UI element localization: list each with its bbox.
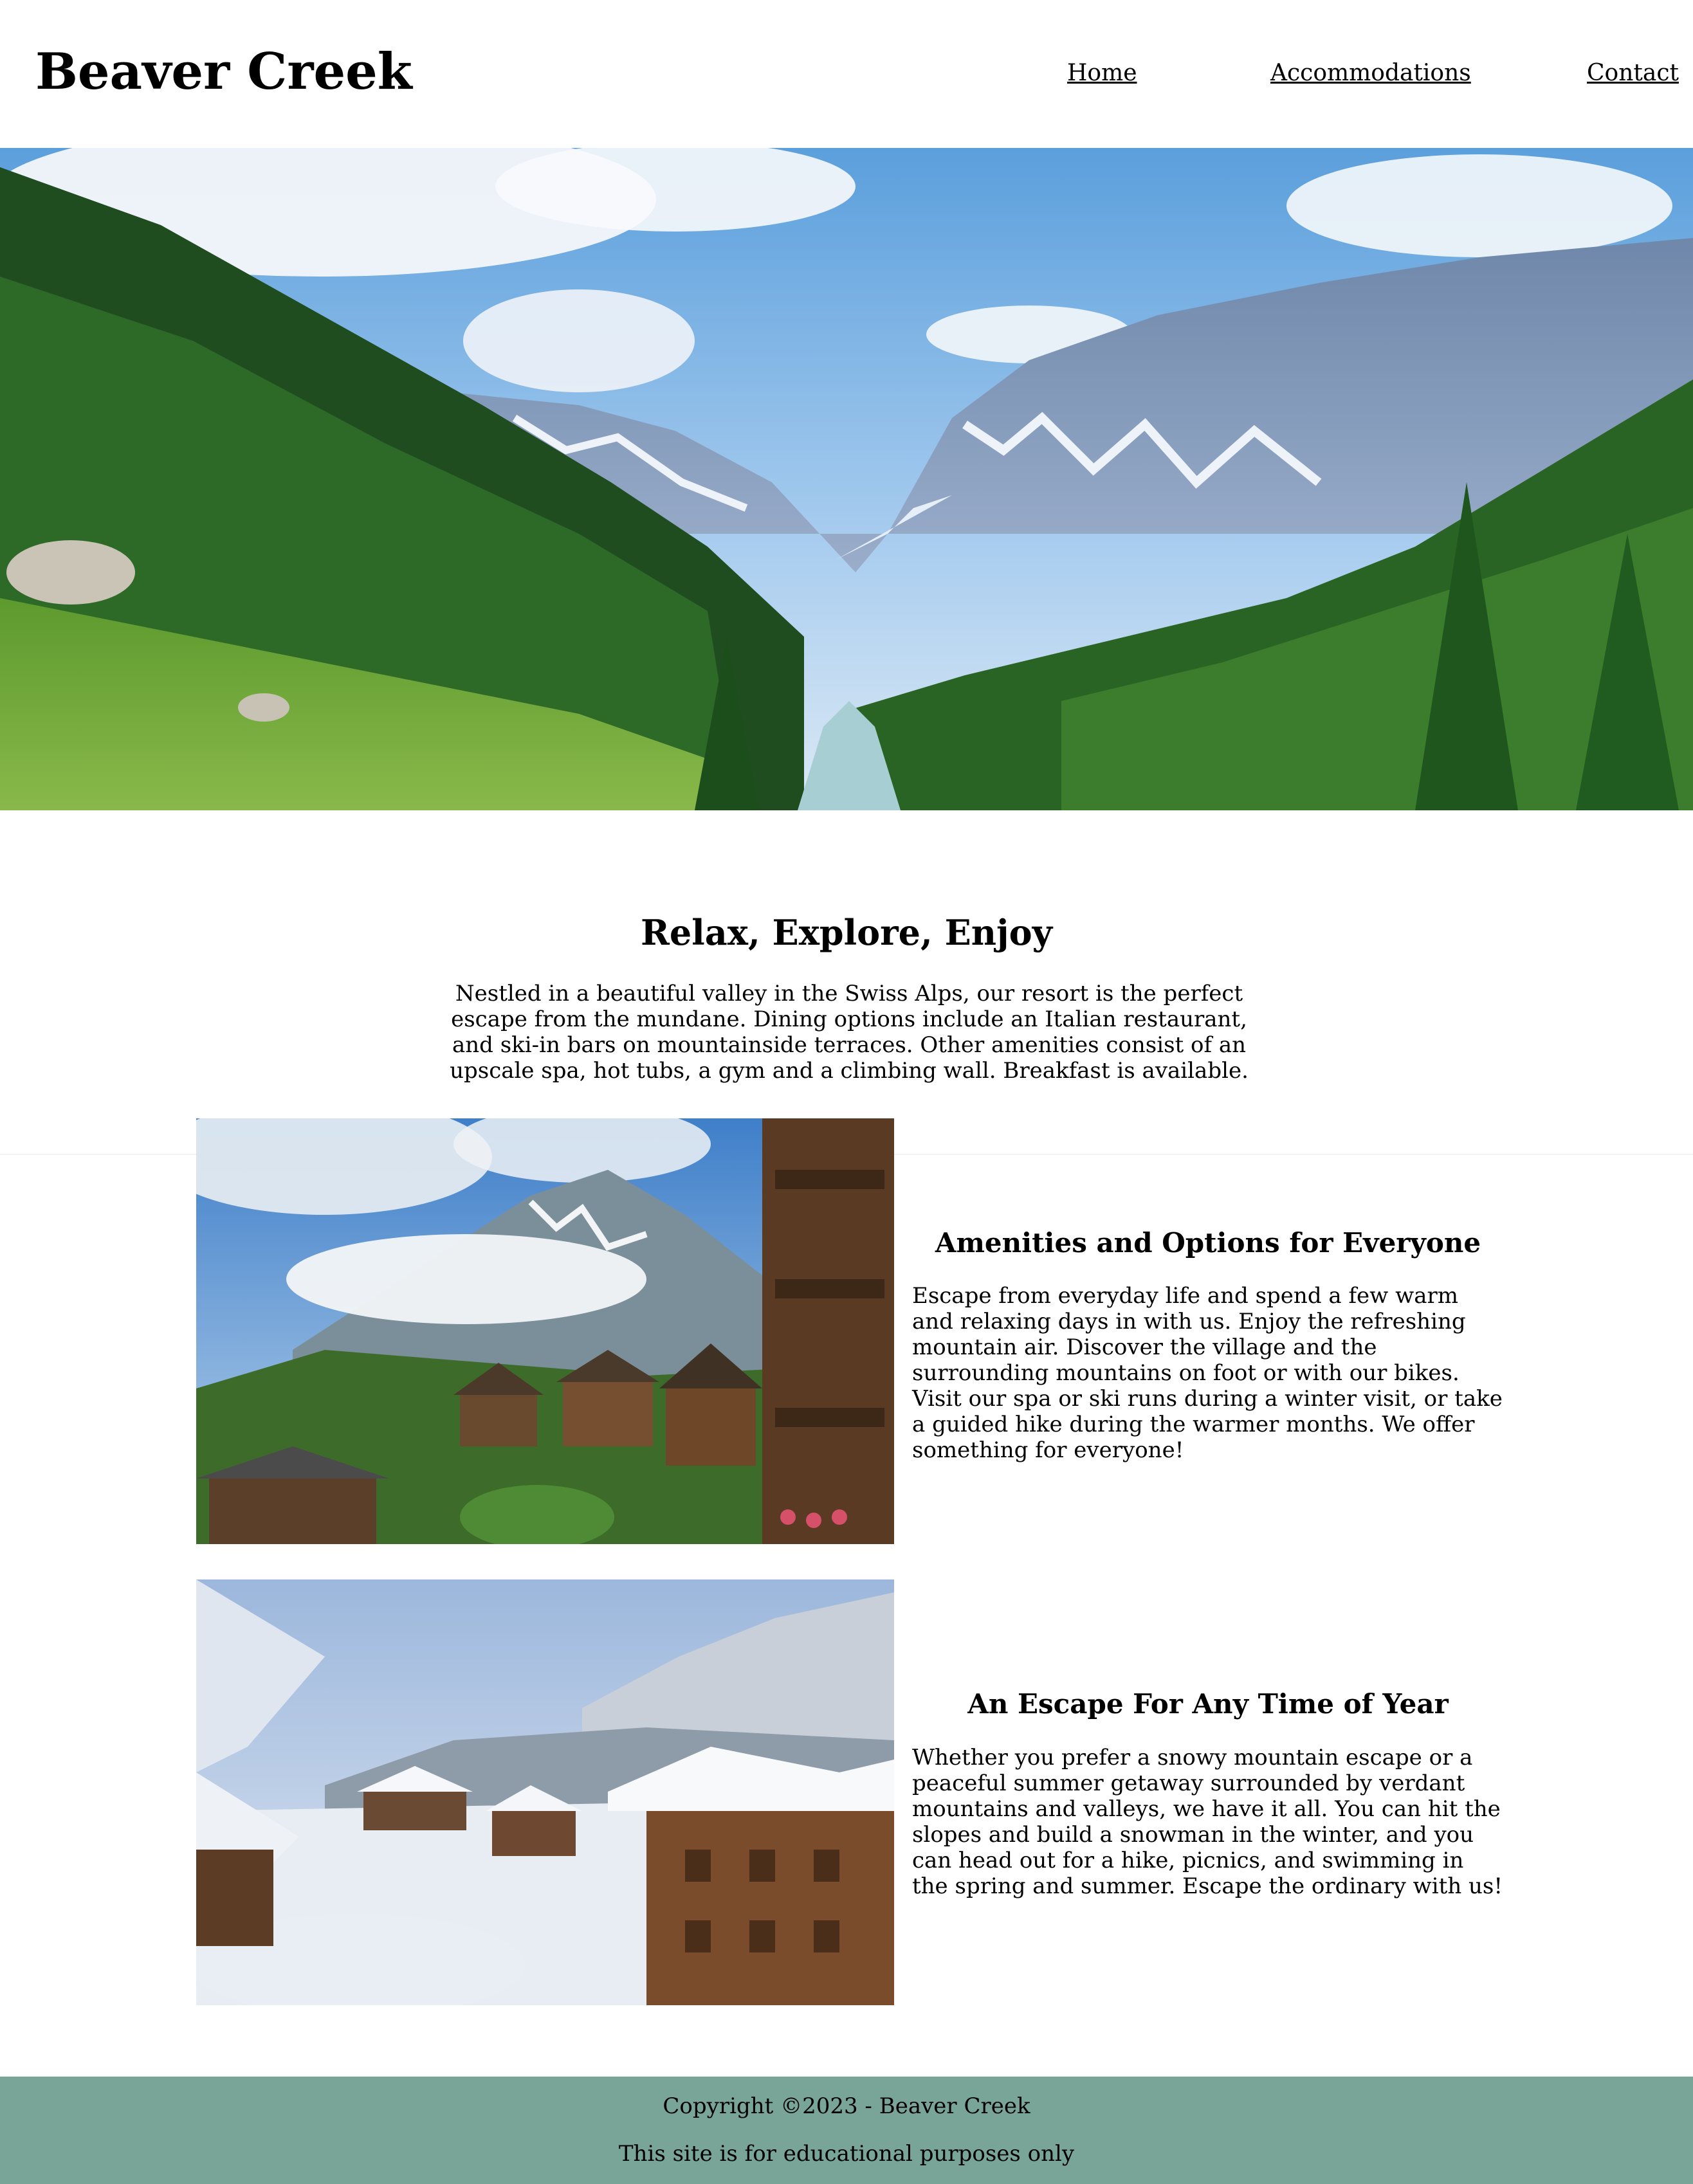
hero-image-alpine-valley [0, 148, 1693, 810]
page: Beaver Creek Home Accommodations Contact [0, 0, 1693, 2184]
summer-village-image [196, 1118, 894, 1544]
nav-link-home[interactable]: Home [1067, 58, 1137, 89]
winter-village-image [196, 1579, 894, 2005]
nav-link-contact[interactable]: Contact [1587, 58, 1679, 89]
nav-link-accommodations[interactable]: Accommodations [1270, 58, 1471, 89]
footer-note: This site is for educational purposes on… [618, 2141, 1075, 2167]
feature-text-escape: Whether you prefer a snowy mountain esca… [912, 1745, 1503, 1899]
intro-text: Nestled in a beautiful valley in the Swi… [450, 981, 1249, 1084]
feature-text-amenities: Escape from everyday life and spend a fe… [912, 1283, 1503, 1463]
site-footer: Copyright ©2023 - Beaver Creek This site… [0, 2077, 1693, 2184]
feature-title-escape: An Escape For Any Time of Year [967, 1688, 1449, 1720]
site-header: Beaver Creek Home Accommodations Contact [0, 0, 1693, 148]
intro-title: Relax, Explore, Enjoy [641, 912, 1052, 953]
footer-copyright: Copyright ©2023 - Beaver Creek [663, 2093, 1030, 2119]
site-title: Beaver Creek [35, 42, 412, 101]
feature-title-amenities: Amenities and Options for Everyone [935, 1227, 1481, 1259]
